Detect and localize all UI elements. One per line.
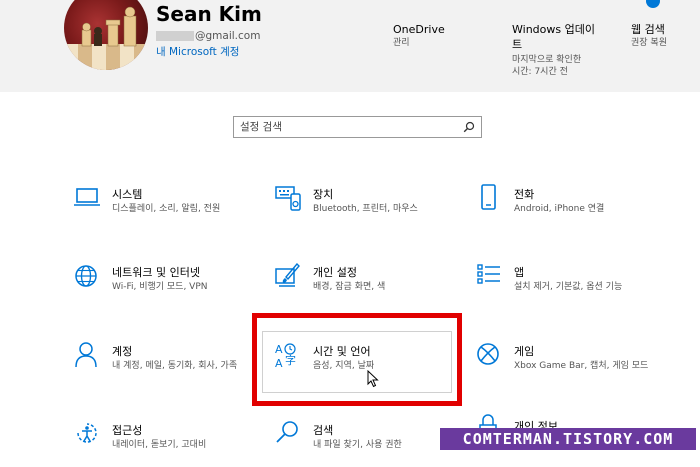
search-input[interactable] xyxy=(240,121,455,133)
tile-title: 시간 및 언어 xyxy=(313,345,371,358)
accessibility-icon xyxy=(77,423,97,443)
xbox-icon xyxy=(477,343,499,365)
windows-update-shortcut[interactable]: Windows 업데이트 마지막으로 확인한 시간: 7시간 전 xyxy=(512,22,596,78)
globe-icon xyxy=(75,265,97,287)
time-language-icon: A A 字 xyxy=(275,343,296,369)
tile-title: 접근성 xyxy=(112,424,143,437)
svg-text:A: A xyxy=(275,357,283,369)
svg-text:A: A xyxy=(275,343,283,356)
devices-icon xyxy=(275,186,301,211)
tile-description: 배경, 잠금 화면, 색 xyxy=(313,282,386,292)
tile-description: 설치 제거, 기본값, 옵션 기능 xyxy=(514,282,623,292)
tile-system[interactable]: 시스템 디스플레이, 소리, 알림, 전원 xyxy=(74,184,264,244)
tile-description: 디스플레이, 소리, 알림, 전원 xyxy=(112,204,221,214)
tile-title: 게임 xyxy=(514,345,535,358)
tile-devices[interactable]: 장치 Bluetooth, 프린터, 마우스 xyxy=(275,184,465,244)
tile-title: 앱 xyxy=(514,266,525,279)
tile-title: 계정 xyxy=(112,345,133,358)
tile-title: 네트워크 및 인터넷 xyxy=(112,266,200,279)
watermark: COMTERMAN.TISTORY.COM xyxy=(440,428,696,450)
tile-description: 내 계정, 메일, 동기화, 회사, 가족 xyxy=(112,361,238,371)
search-icon[interactable] xyxy=(463,121,475,133)
tile-personalization[interactable]: 개인 설정 배경, 잠금 화면, 색 xyxy=(275,262,465,322)
user-name: Sean Kim xyxy=(156,2,262,26)
tile-accounts[interactable]: 계정 내 계정, 메일, 동기화, 회사, 가족 xyxy=(74,341,264,401)
tile-title: 검색 xyxy=(313,424,334,437)
apps-list-icon xyxy=(477,264,500,284)
search-icon xyxy=(276,421,298,443)
chess-pieces-image xyxy=(64,6,148,70)
account-header: Sean Kim @gmail.com 내 Microsoft 계정 OneDr… xyxy=(0,0,700,92)
personalization-icon xyxy=(275,262,300,287)
web-search-icon xyxy=(646,0,660,8)
tile-description: Xbox Game Bar, 캡처, 게임 모드 xyxy=(514,361,649,371)
tile-gaming[interactable]: 게임 Xbox Game Bar, 캡처, 게임 모드 xyxy=(476,341,666,401)
tile-description: Bluetooth, 프린터, 마우스 xyxy=(313,204,418,214)
tile-network[interactable]: 네트워크 및 인터넷 Wi-Fi, 비행기 모드, VPN xyxy=(74,262,264,322)
settings-search[interactable] xyxy=(233,116,482,138)
mouse-cursor-icon xyxy=(367,370,379,388)
tile-title: 개인 설정 xyxy=(313,266,357,279)
ms-account-link[interactable]: 내 Microsoft 계정 xyxy=(156,44,239,59)
web-search-shortcut[interactable]: 웹 검색 권장 복원 xyxy=(631,22,667,49)
tile-accessibility[interactable]: 접근성 내레이터, 돋보기, 고대비 xyxy=(74,420,264,467)
user-email: @gmail.com xyxy=(156,30,260,42)
tile-title: 장치 xyxy=(313,188,334,201)
tile-description: Wi-Fi, 비행기 모드, VPN xyxy=(112,282,208,292)
tile-description: 음성, 지역, 날짜 xyxy=(313,361,375,371)
onedrive-shortcut[interactable]: OneDrive 관리 xyxy=(393,22,445,49)
tile-phone[interactable]: 전화 Android, iPhone 연결 xyxy=(476,184,666,244)
laptop-icon xyxy=(74,188,100,206)
tile-title: 시스템 xyxy=(112,188,143,201)
tile-description: Android, iPhone 연결 xyxy=(514,204,605,214)
tile-search[interactable]: 검색 내 파일 찾기, 사용 권한 xyxy=(275,420,465,467)
tile-title: 전화 xyxy=(514,188,535,201)
tile-description: 내레이터, 돋보기, 고대비 xyxy=(112,440,207,450)
avatar[interactable] xyxy=(64,0,148,70)
person-icon xyxy=(75,342,97,368)
email-redaction xyxy=(156,31,194,41)
phone-icon xyxy=(481,184,496,210)
svg-text:字: 字 xyxy=(285,353,296,367)
tile-apps[interactable]: 앱 설치 제거, 기본값, 옵션 기능 xyxy=(476,262,666,322)
